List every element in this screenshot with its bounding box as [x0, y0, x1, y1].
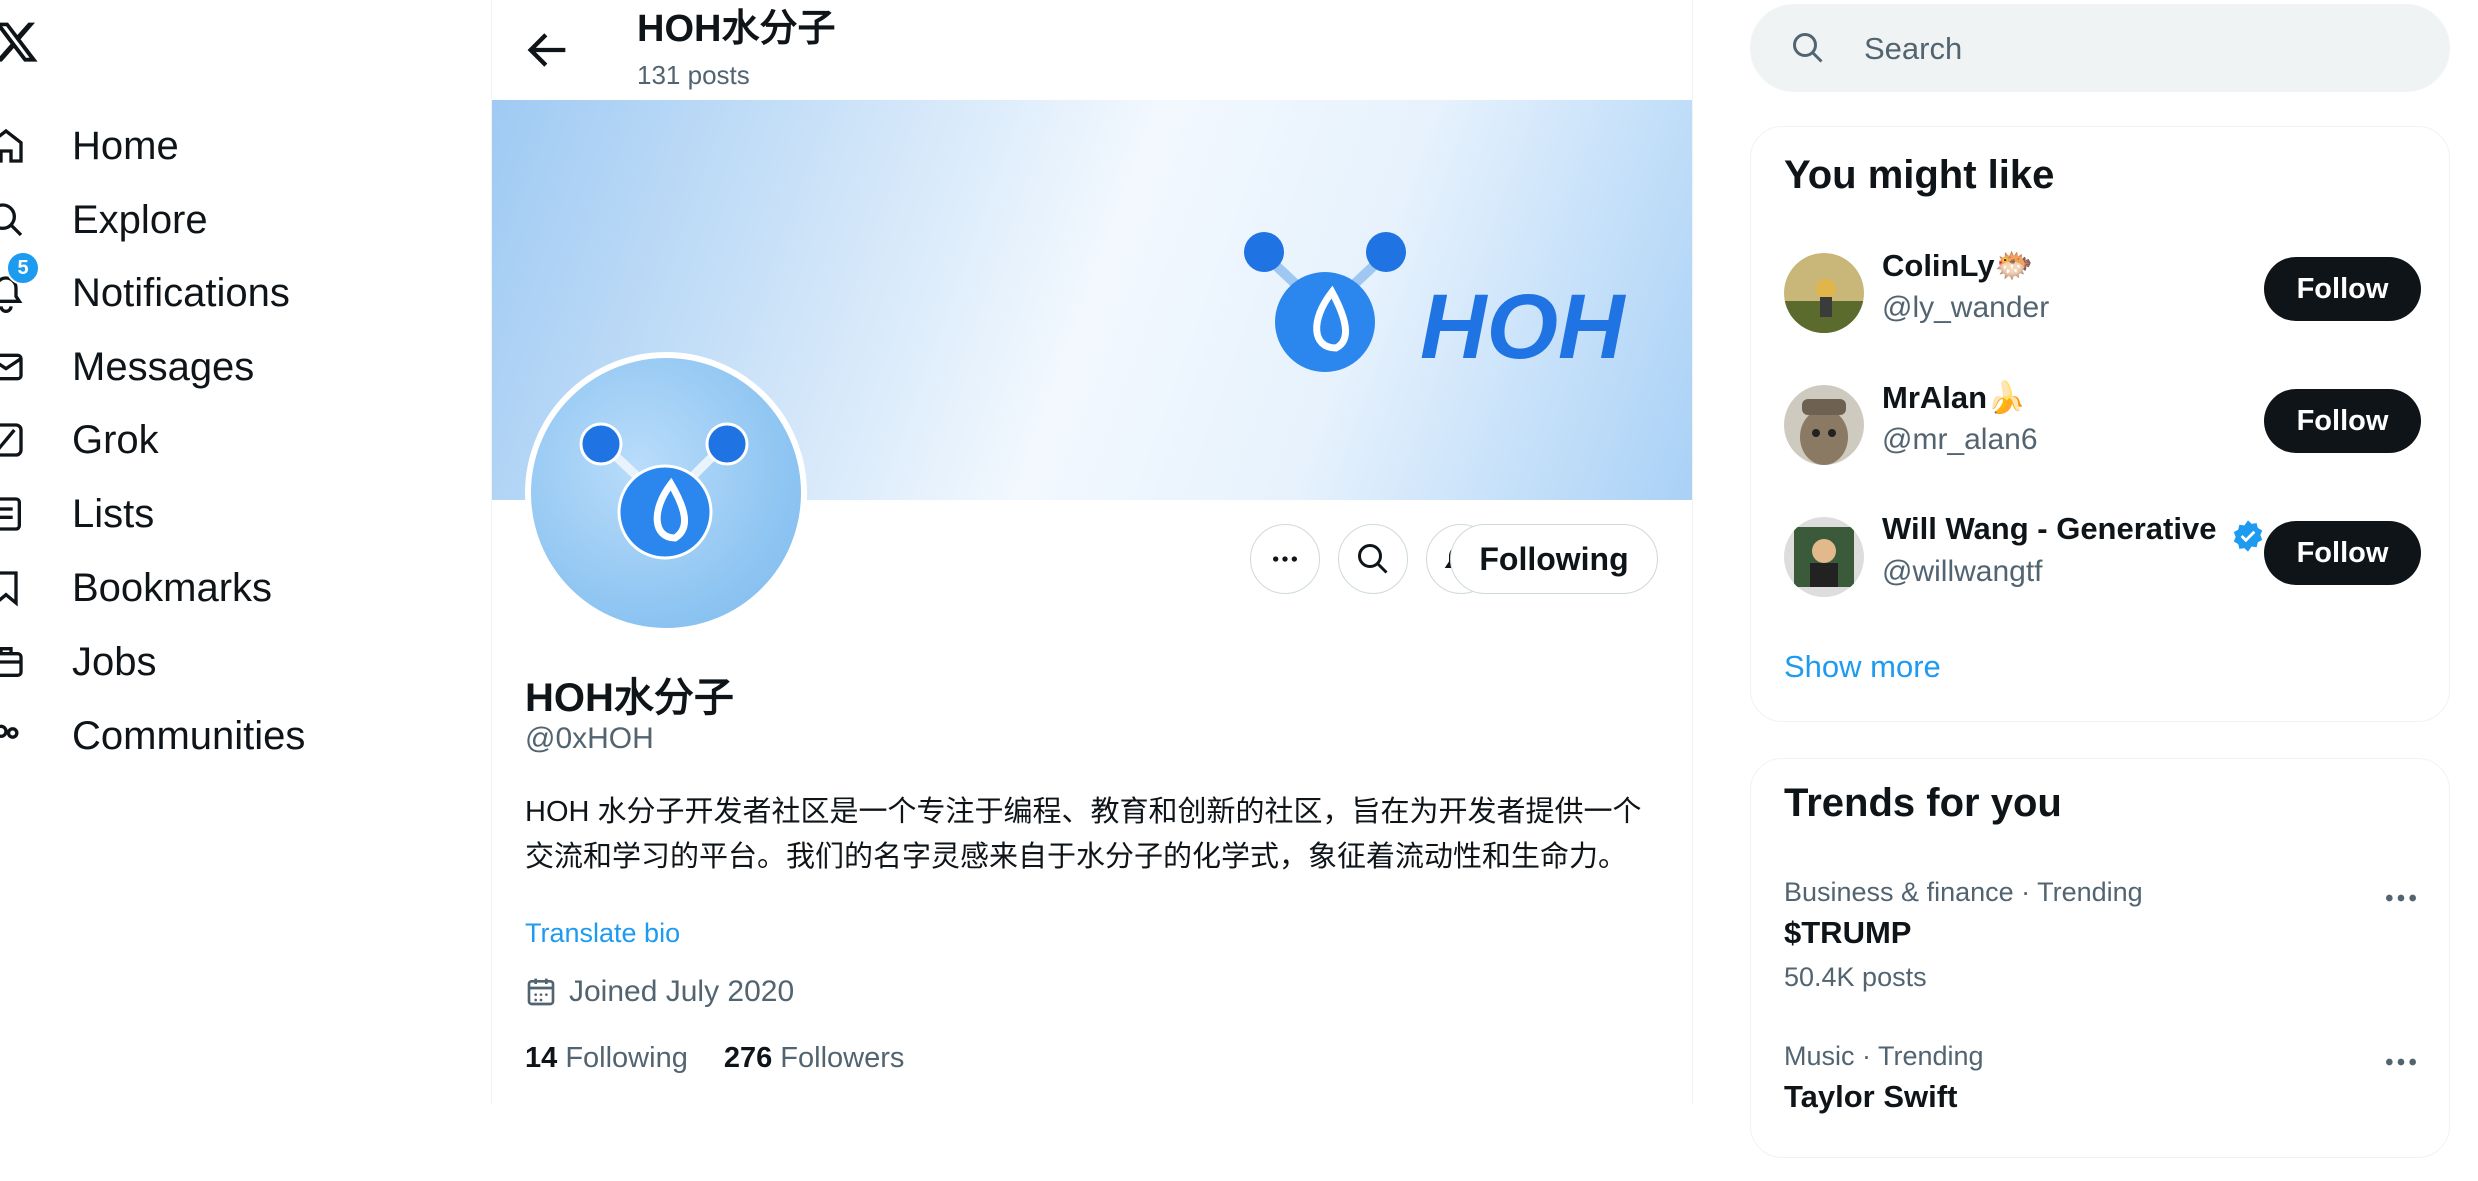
nav-bookmarks-label: Bookmarks: [72, 566, 273, 610]
willwang-avatar-icon: [1784, 517, 1864, 597]
trend-meta: Business & finance · Trending: [1784, 877, 2143, 907]
profile-bio: HOH 水分子开发者社区是一个专注于编程、教育和创新的社区，旨在为开发者提供一个…: [525, 796, 1642, 873]
suggested-user-name: ColinLy🐡: [1882, 248, 2034, 283]
nav-jobs-label: Jobs: [72, 640, 157, 684]
search-icon: [1358, 544, 1388, 574]
people-icon: [0, 724, 19, 739]
search-input[interactable]: [1862, 24, 2426, 74]
suggested-user-name: Will Wang - Generative: [1882, 511, 2217, 546]
svg-text:HOH: HOH: [1420, 276, 1627, 378]
suggested-user[interactable]: ColinLy🐡 @ly_wander Follow: [1751, 237, 2451, 357]
colinly-avatar-icon: [1784, 253, 1864, 333]
trend-more-icon[interactable]: [2381, 883, 2421, 913]
home-icon: [0, 128, 23, 163]
envelope-icon: [0, 353, 23, 381]
search-icon: [0, 203, 23, 237]
search-icon: [1793, 33, 1823, 63]
back-arrow-icon[interactable]: [522, 24, 574, 76]
trend-name: Taylor Swift: [1784, 1079, 1958, 1114]
more-options-button[interactable]: [1250, 524, 1320, 594]
grok-icon: [0, 423, 23, 457]
nav-explore-label: Explore: [72, 198, 208, 242]
trend-post-count: 50.4K posts: [1784, 962, 1927, 992]
notification-count-badge: 5: [6, 251, 40, 285]
trend-name: $TRUMP: [1784, 915, 1912, 950]
trend-meta: Music · Trending: [1784, 1041, 1984, 1071]
suggested-user[interactable]: MrAlan🍌 @mr_alan6 Follow: [1751, 369, 2451, 489]
who-to-follow-card: You might like ColinLy🐡 @ly_wander Follo…: [1750, 126, 2450, 722]
suggested-user-handle: @mr_alan6: [1882, 423, 2038, 456]
translate-bio-link[interactable]: Translate bio: [525, 918, 680, 949]
followers-label: Followers: [780, 1042, 905, 1074]
joined-text: Joined July 2020: [569, 975, 795, 1008]
suggested-user-name: MrAlan🍌: [1882, 380, 2026, 415]
hoh-logo-icon: HOH: [1244, 232, 1627, 378]
trend-item[interactable]: Music · Trending Taylor Swift: [1751, 1041, 2451, 1181]
avatar[interactable]: [1784, 385, 1864, 465]
calendar-icon: [527, 978, 555, 1006]
nav-home-label: Home: [72, 124, 179, 168]
followers-count: 276: [723, 1042, 773, 1074]
suggested-user-handle: @ly_wander: [1882, 291, 2050, 324]
follow-button[interactable]: Follow: [2264, 521, 2421, 585]
follow-button[interactable]: Follow: [2264, 389, 2421, 453]
following-count: 14: [525, 1042, 558, 1074]
profile-column: HOH水分子 131 posts HOH Following HOH水分子 @0…: [491, 0, 1693, 1104]
right-sidebar: You might like ColinLy🐡 @ly_wander Follo…: [1750, 0, 2478, 1158]
nav-messages-label: Messages: [72, 345, 255, 389]
suggested-user-handle: @willwangtf: [1882, 555, 2043, 588]
ellipsis-icon: [1273, 556, 1297, 562]
nav-notifications-label: Notifications: [72, 271, 290, 315]
trend-item[interactable]: Business & finance · Trending $TRUMP 50.…: [1751, 877, 2451, 1017]
left-sidebar: Home Explore 5 Notifications Messages Gr…: [0, 0, 490, 1104]
following-stat[interactable]: 14 Following: [525, 1042, 688, 1074]
followers-stat[interactable]: 276 Followers: [724, 1042, 905, 1074]
joined-date: Joined July 2020: [525, 975, 794, 1009]
trends-title: Trends for you: [1784, 781, 2062, 825]
bookmark-icon: [0, 571, 18, 607]
nav-communities-label: Communities: [72, 714, 306, 758]
avatar[interactable]: [1784, 517, 1864, 597]
search-box[interactable]: [1750, 4, 2450, 92]
follow-stats: 14 Following 276 Followers: [525, 1042, 904, 1075]
trend-more-icon[interactable]: [2381, 1047, 2421, 1077]
list-icon: [0, 497, 21, 531]
header-post-count: 131 posts: [637, 60, 750, 90]
briefcase-icon: [0, 647, 23, 677]
profile-avatar[interactable]: [525, 352, 807, 634]
follow-button[interactable]: Follow: [2264, 257, 2421, 321]
who-to-follow-title: You might like: [1784, 153, 2055, 197]
following-label: Following: [565, 1042, 688, 1074]
header-title: HOH水分子: [637, 8, 836, 50]
suggested-user[interactable]: Will Wang - Generative @willwangtf Follo…: [1751, 501, 2451, 621]
nav-lists-label: Lists: [72, 492, 155, 536]
following-button[interactable]: Following: [1450, 524, 1658, 594]
profile-display-name: HOH水分子: [525, 676, 734, 720]
mralan-avatar-icon: [1784, 385, 1864, 465]
trends-card: Trends for you Business & finance · Tren…: [1750, 758, 2450, 1158]
show-more-link[interactable]: Show more: [1784, 649, 1941, 685]
verified-badge-icon: [2233, 520, 2263, 552]
nav-grok-label: Grok: [72, 418, 159, 462]
search-profile-button[interactable]: [1338, 524, 1408, 594]
x-logo-icon[interactable]: [0, 18, 40, 66]
profile-handle: @0xHOH: [525, 722, 654, 755]
avatar-logo-icon: [579, 422, 749, 560]
avatar[interactable]: [1784, 253, 1864, 333]
